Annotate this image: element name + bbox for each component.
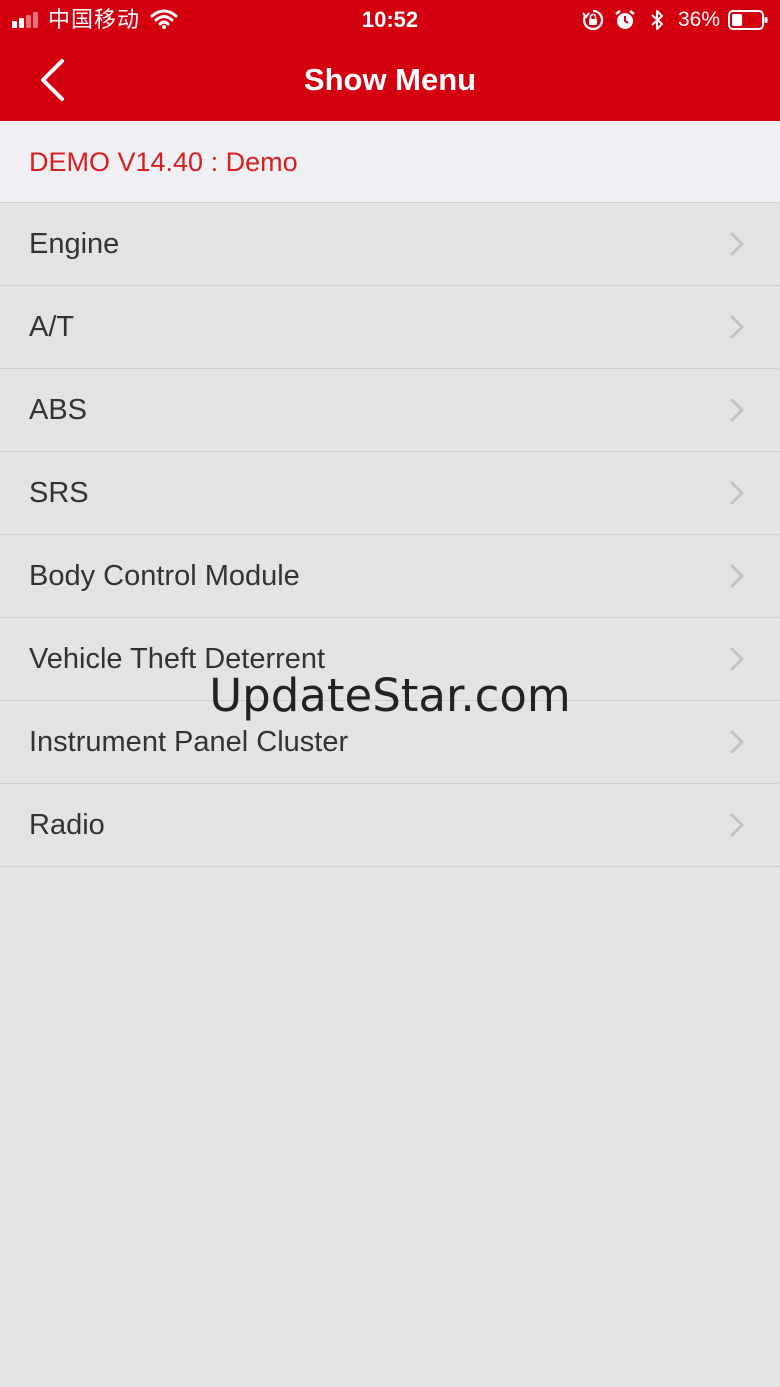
- menu-item-abs[interactable]: ABS: [0, 369, 780, 452]
- chevron-right-icon: [730, 813, 744, 837]
- menu-item-engine[interactable]: Engine: [0, 203, 780, 286]
- alarm-icon: [615, 10, 635, 29]
- chevron-right-icon: [730, 564, 744, 588]
- demo-version-header: DEMO V14.40 : Demo: [0, 121, 780, 203]
- menu-item-vehicle-theft-deterrent[interactable]: Vehicle Theft Deterrent: [0, 618, 780, 701]
- page-title: Show Menu: [303, 62, 477, 97]
- menu-item-label: A/T: [29, 311, 75, 343]
- menu-item-label: ABS: [29, 394, 88, 426]
- menu-item-instrument-panel-cluster[interactable]: Instrument Panel Cluster: [0, 701, 780, 784]
- chevron-right-icon: [730, 647, 744, 671]
- menu-item-label: Body Control Module: [29, 560, 300, 592]
- navigation-bar: Show Menu: [0, 40, 780, 121]
- chevron-right-icon: [730, 481, 744, 505]
- menu-item-label: Engine: [29, 228, 120, 260]
- top-bar: 中国移动 10:52 36% Show Menu: [0, 0, 780, 121]
- demo-version-label: DEMO V14.40 : Demo: [29, 147, 298, 177]
- chevron-right-icon: [730, 232, 744, 256]
- system-menu-list: Engine A/T ABS SRS Body Control Module V…: [0, 203, 780, 867]
- status-indicators: 36%: [572, 6, 768, 34]
- bluetooth-icon: [651, 10, 663, 30]
- chevron-right-icon: [730, 315, 744, 339]
- menu-item-srs[interactable]: SRS: [0, 452, 780, 535]
- chevron-right-icon: [730, 730, 744, 754]
- battery-icon: [728, 10, 768, 30]
- battery-percent: 36%: [677, 8, 720, 31]
- menu-item-label: SRS: [29, 477, 89, 509]
- menu-item-body-control-module[interactable]: Body Control Module: [0, 535, 780, 618]
- menu-item-at[interactable]: A/T: [0, 286, 780, 369]
- status-bar: 中国移动 10:52 36%: [0, 0, 780, 40]
- chevron-right-icon: [730, 398, 744, 422]
- menu-item-radio[interactable]: Radio: [0, 784, 780, 867]
- menu-item-label: Radio: [29, 809, 105, 841]
- menu-item-label: Instrument Panel Cluster: [29, 726, 349, 758]
- menu-item-label: Vehicle Theft Deterrent: [29, 643, 326, 675]
- orientation-lock-icon: [582, 9, 604, 31]
